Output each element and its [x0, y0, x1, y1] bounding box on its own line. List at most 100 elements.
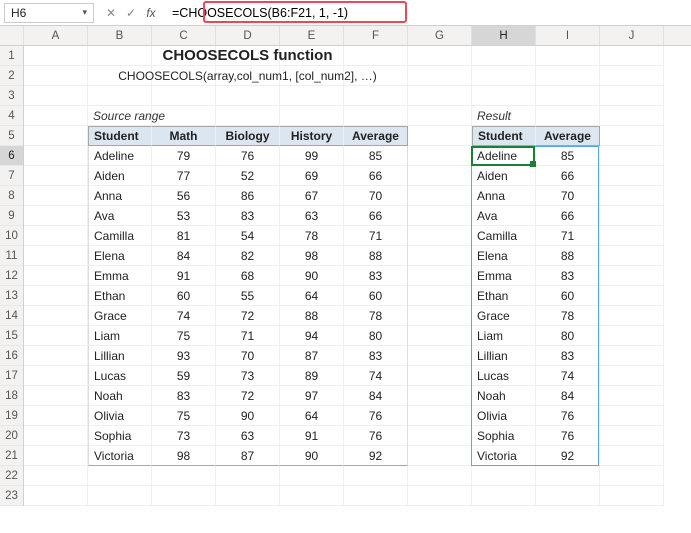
result-student[interactable]: Elena	[472, 246, 536, 266]
cell[interactable]	[280, 106, 344, 126]
cell[interactable]	[88, 486, 152, 506]
cell[interactable]	[408, 266, 472, 286]
name-box[interactable]: H6 ▾	[4, 3, 94, 23]
cell[interactable]	[408, 146, 472, 166]
result-student[interactable]: Lucas	[472, 366, 536, 386]
cell[interactable]	[600, 66, 664, 86]
cell[interactable]	[24, 306, 88, 326]
cell[interactable]	[536, 486, 600, 506]
cell[interactable]	[280, 466, 344, 486]
source-math[interactable]: 81	[152, 226, 216, 246]
cell[interactable]	[24, 286, 88, 306]
cell[interactable]	[600, 246, 664, 266]
source-student[interactable]: Emma	[88, 266, 152, 286]
source-average[interactable]: 83	[344, 346, 408, 366]
source-history[interactable]: 69	[280, 166, 344, 186]
source-student[interactable]: Grace	[88, 306, 152, 326]
source-biology[interactable]: 90	[216, 406, 280, 426]
cell[interactable]	[472, 466, 536, 486]
result-student[interactable]: Victoria	[472, 446, 536, 466]
row-16[interactable]: 16	[0, 346, 23, 366]
select-all-corner[interactable]	[0, 26, 24, 45]
row-8[interactable]: 8	[0, 186, 23, 206]
source-history[interactable]: 90	[280, 446, 344, 466]
cell[interactable]	[600, 486, 664, 506]
cancel-icon[interactable]: ✕	[102, 4, 120, 22]
cell[interactable]	[88, 46, 152, 66]
cell[interactable]	[344, 46, 408, 66]
source-math[interactable]: 60	[152, 286, 216, 306]
result-average[interactable]: 66	[536, 166, 600, 186]
cell[interactable]	[24, 466, 88, 486]
result-average[interactable]: 60	[536, 286, 600, 306]
source-student[interactable]: Anna	[88, 186, 152, 206]
source-student[interactable]: Olivia	[88, 406, 152, 426]
cell[interactable]	[408, 406, 472, 426]
cell[interactable]	[472, 86, 536, 106]
cell[interactable]	[24, 166, 88, 186]
source-math[interactable]: 75	[152, 326, 216, 346]
col-D[interactable]: D	[216, 26, 280, 45]
cell[interactable]	[536, 466, 600, 486]
source-average[interactable]: 66	[344, 206, 408, 226]
cell[interactable]	[536, 86, 600, 106]
source-math[interactable]: 93	[152, 346, 216, 366]
cell[interactable]	[536, 106, 600, 126]
cell[interactable]	[408, 166, 472, 186]
result-student[interactable]: Noah	[472, 386, 536, 406]
source-student[interactable]: Camilla	[88, 226, 152, 246]
cell[interactable]	[408, 386, 472, 406]
cell[interactable]	[408, 466, 472, 486]
page-title[interactable]: CHOOSECOLS function	[216, 46, 280, 66]
source-average[interactable]: 76	[344, 426, 408, 446]
row-6[interactable]: 6	[0, 146, 23, 166]
result-average[interactable]: 83	[536, 346, 600, 366]
source-average[interactable]: 71	[344, 226, 408, 246]
formula-input[interactable]	[168, 3, 691, 23]
result-student[interactable]: Adeline	[472, 146, 536, 166]
source-history[interactable]: 87	[280, 346, 344, 366]
cell[interactable]	[24, 146, 88, 166]
source-student[interactable]: Liam	[88, 326, 152, 346]
result-student[interactable]: Olivia	[472, 406, 536, 426]
source-average[interactable]: 83	[344, 266, 408, 286]
cell[interactable]	[408, 486, 472, 506]
source-history[interactable]: 99	[280, 146, 344, 166]
chevron-down-icon[interactable]: ▾	[82, 7, 87, 18]
row-5[interactable]: 5	[0, 126, 23, 146]
source-average[interactable]: 78	[344, 306, 408, 326]
cell[interactable]	[24, 386, 88, 406]
cell[interactable]	[344, 86, 408, 106]
cell[interactable]	[24, 106, 88, 126]
cell[interactable]	[408, 246, 472, 266]
source-student[interactable]: Lillian	[88, 346, 152, 366]
source-math[interactable]: 83	[152, 386, 216, 406]
source-history[interactable]: 64	[280, 286, 344, 306]
source-math[interactable]: 56	[152, 186, 216, 206]
result-average[interactable]: 92	[536, 446, 600, 466]
cell[interactable]	[408, 186, 472, 206]
source-student[interactable]: Ava	[88, 206, 152, 226]
col-I[interactable]: I	[536, 26, 600, 45]
cell[interactable]	[408, 66, 472, 86]
cell[interactable]	[24, 66, 88, 86]
cell[interactable]	[216, 486, 280, 506]
source-biology[interactable]: 83	[216, 206, 280, 226]
source-student[interactable]: Aiden	[88, 166, 152, 186]
cell[interactable]	[152, 486, 216, 506]
row-15[interactable]: 15	[0, 326, 23, 346]
source-biology[interactable]: 52	[216, 166, 280, 186]
row-23[interactable]: 23	[0, 486, 23, 506]
cell[interactable]	[600, 166, 664, 186]
source-math[interactable]: 53	[152, 206, 216, 226]
source-header[interactable]: Math	[152, 126, 216, 146]
source-header[interactable]: Student	[88, 126, 152, 146]
source-label[interactable]: Source range	[88, 106, 152, 126]
result-student[interactable]: Anna	[472, 186, 536, 206]
cell[interactable]	[600, 366, 664, 386]
source-history[interactable]: 63	[280, 206, 344, 226]
col-J[interactable]: J	[600, 26, 664, 45]
source-math[interactable]: 73	[152, 426, 216, 446]
row-19[interactable]: 19	[0, 406, 23, 426]
row-11[interactable]: 11	[0, 246, 23, 266]
